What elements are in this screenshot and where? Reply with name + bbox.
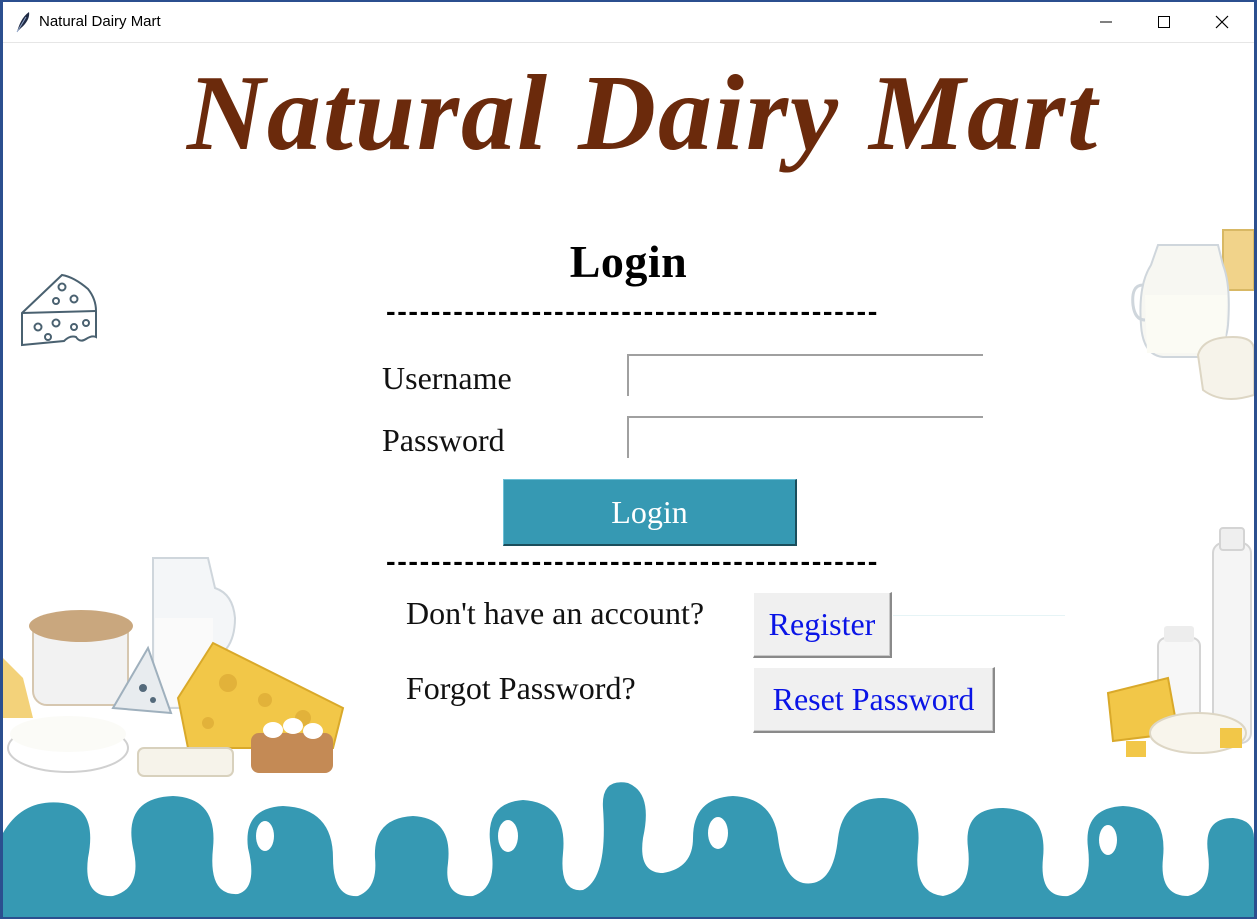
maximize-icon [1158, 16, 1170, 28]
main-content: Natural Dairy Mart Login ---------------… [3, 43, 1254, 917]
window-title: Natural Dairy Mart [39, 13, 161, 30]
feather-icon [16, 12, 30, 33]
reset-password-button[interactable]: Reset Password [753, 667, 995, 733]
no-account-text: Don't have an account? [406, 595, 705, 631]
login-heading: Login [569, 236, 688, 287]
milk-wave-decoration [3, 782, 1254, 917]
password-input[interactable] [627, 416, 983, 458]
divider-faint [893, 615, 1065, 616]
app-window: Natural Dairy Mart Natural Dairy Mart Lo… [3, 2, 1254, 917]
register-button[interactable]: Register [753, 592, 892, 658]
password-label: Password [382, 422, 505, 458]
minimize-icon [1100, 21, 1112, 23]
brand-logo: Natural Dairy Mart [186, 54, 1100, 173]
close-button[interactable] [1193, 2, 1251, 42]
username-label: Username [382, 360, 512, 396]
close-icon [1215, 15, 1229, 29]
dairy-products-image-left [3, 557, 345, 777]
forgot-password-text: Forgot Password? [406, 670, 636, 706]
dairy-products-image-bottom-right [1106, 527, 1252, 757]
title-bar[interactable]: Natural Dairy Mart [3, 2, 1254, 43]
minimize-button[interactable] [1077, 2, 1135, 42]
divider-top: ----------------------------------------… [383, 298, 880, 328]
maximize-button[interactable] [1135, 2, 1193, 42]
logo-text: Natural Dairy Mart [186, 54, 1100, 173]
login-button[interactable]: Login [503, 479, 797, 546]
username-input[interactable] [627, 354, 983, 396]
divider-bottom: ----------------------------------------… [383, 548, 880, 578]
